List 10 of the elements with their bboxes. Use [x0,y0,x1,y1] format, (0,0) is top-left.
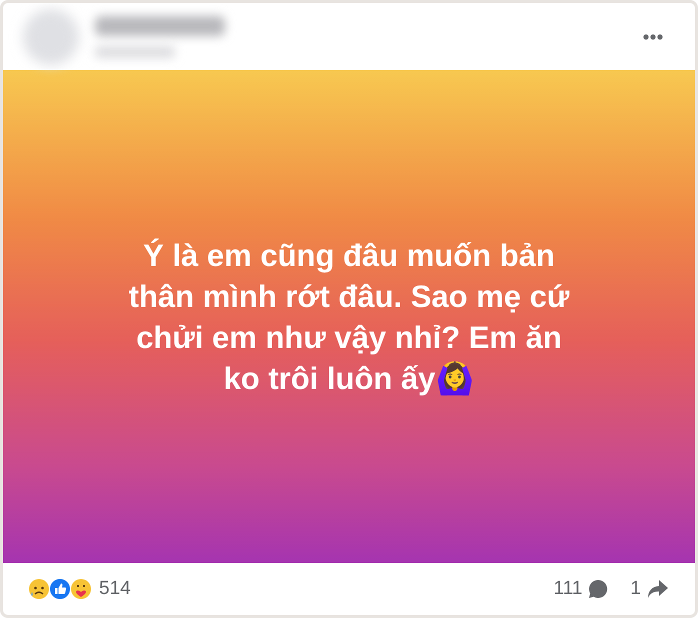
more-options-icon[interactable] [643,34,663,40]
comment-count[interactable]: 111 [554,578,582,600]
reaction-count[interactable]: 514 [99,578,131,600]
share-count[interactable]: 1 [630,578,641,600]
comment-icon[interactable] [588,579,608,599]
sad-emoji-icon [28,578,50,600]
like-icon [49,578,71,600]
post-text: Ý là em cũng đâu muốn bản thân mình rớt đâu. Sao mẹ cứ chửi em như vậy nhỉ? Em ăn ko trôi luôn ấy🙆‍♀ [128,236,570,398]
share-arrow-icon[interactable] [647,579,669,599]
care-emoji-icon [70,578,92,600]
